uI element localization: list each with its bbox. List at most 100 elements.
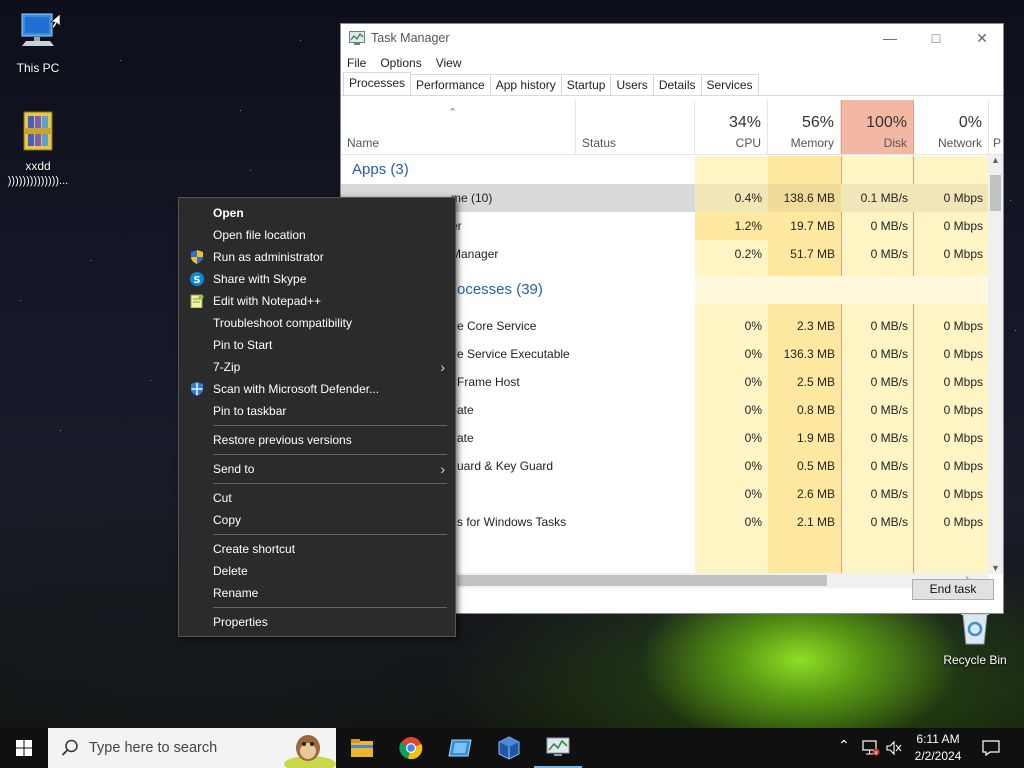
power-column-header[interactable]: P bbox=[989, 100, 1003, 155]
skype-icon: S bbox=[190, 272, 204, 286]
file-explorer-icon bbox=[351, 739, 373, 757]
process-network: 0 Mbps bbox=[943, 487, 983, 501]
tab-processes[interactable]: Processes bbox=[343, 72, 412, 95]
cpu-header-label: CPU bbox=[735, 136, 761, 150]
menu-item-run-as-administrator[interactable]: Run as administrator bbox=[179, 246, 455, 268]
menu-file[interactable]: File bbox=[347, 56, 366, 70]
menu-item-open-file-location[interactable]: Open file location bbox=[179, 224, 455, 246]
menu-separator bbox=[213, 454, 447, 455]
show-hidden-icons-chevron-icon[interactable]: ⌃ bbox=[838, 737, 850, 754]
menu-item-pin-to-start[interactable]: Pin to Start bbox=[179, 334, 455, 356]
uac-shield-icon bbox=[191, 250, 203, 264]
menu-item-cut[interactable]: Cut bbox=[179, 487, 455, 509]
scroll-up-icon: ▲ bbox=[991, 155, 1000, 165]
tab-details[interactable]: Details bbox=[652, 74, 702, 95]
menu-item-create-shortcut[interactable]: Create shortcut bbox=[179, 538, 455, 560]
start-button[interactable] bbox=[0, 728, 48, 768]
notifications-icon[interactable] bbox=[982, 740, 1000, 756]
name-header-label: Name bbox=[347, 136, 380, 150]
task-manager-taskbar-button[interactable] bbox=[534, 728, 582, 768]
vertical-scroll-thumb[interactable] bbox=[990, 175, 1001, 211]
tab-startup[interactable]: Startup bbox=[560, 74, 612, 95]
recycle-bin-label: Recycle Bin bbox=[943, 653, 1007, 667]
minimize-button[interactable]: — bbox=[867, 24, 913, 52]
network-column-header[interactable]: 0% Network bbox=[914, 100, 989, 155]
menu-item-label: Rename bbox=[213, 586, 259, 600]
power-header-label: P bbox=[993, 136, 1002, 150]
menu-item-open[interactable]: Open bbox=[179, 202, 455, 224]
tab-performance[interactable]: Performance bbox=[410, 74, 491, 95]
volume-muted-icon[interactable] bbox=[886, 740, 902, 756]
chrome-button[interactable] bbox=[387, 728, 435, 768]
network-total-pct: 0% bbox=[958, 114, 982, 131]
context-menu: Open Open file location Run as administr… bbox=[178, 197, 456, 637]
horizontal-scroll-thumb[interactable] bbox=[457, 575, 827, 586]
process-cpu: 0% bbox=[744, 459, 762, 473]
this-pc-shortcut[interactable]: This PC bbox=[0, 10, 76, 76]
close-button[interactable]: ✕ bbox=[959, 24, 1005, 52]
process-memory: 138.6 MB bbox=[768, 184, 841, 212]
end-task-button[interactable]: End task bbox=[912, 579, 994, 600]
file-explorer-button[interactable] bbox=[338, 728, 386, 768]
process-name: e Service Executable bbox=[457, 347, 570, 361]
group-label: Apps (3) bbox=[352, 161, 409, 178]
maximize-button[interactable]: □ bbox=[913, 24, 959, 52]
window-title: Task Manager bbox=[371, 31, 450, 45]
process-network: 0 Mbps bbox=[943, 515, 983, 529]
menu-item-label: Scan with Microsoft Defender... bbox=[213, 382, 380, 396]
virtualbox-icon bbox=[498, 736, 520, 760]
menu-item-edit-with-notepadpp[interactable]: Edit with Notepad++ bbox=[179, 290, 455, 312]
name-column-header[interactable]: ⌃ Name bbox=[341, 100, 575, 155]
clock[interactable]: 6:11 AM 2/2/2024 bbox=[902, 731, 974, 765]
taskbar: Type here to search ⌃ x 6:11 AM 2/2/2024 bbox=[0, 728, 1024, 768]
tab-users[interactable]: Users bbox=[610, 74, 654, 95]
menu-bar: File Options View bbox=[341, 52, 1003, 74]
status-header-label: Status bbox=[582, 136, 617, 150]
menu-item-share-with-skype[interactable]: S Share with Skype bbox=[179, 268, 455, 290]
process-memory: 0.8 MB bbox=[796, 403, 835, 417]
menu-item-7zip[interactable]: 7-Zip › bbox=[179, 356, 455, 378]
cpu-column-header[interactable]: 34% CPU bbox=[695, 100, 768, 155]
group-row-apps[interactable]: Apps (3) bbox=[341, 156, 989, 184]
search-box[interactable]: Type here to search bbox=[48, 728, 336, 768]
process-network: 0 Mbps bbox=[943, 247, 983, 261]
app-button[interactable] bbox=[436, 728, 484, 768]
app-icon bbox=[448, 739, 472, 757]
menu-item-properties[interactable]: Properties bbox=[179, 611, 455, 633]
menu-view[interactable]: View bbox=[436, 56, 462, 70]
menu-item-pin-to-taskbar[interactable]: Pin to taskbar bbox=[179, 400, 455, 422]
menu-item-scan-with-defender[interactable]: Scan with Microsoft Defender... bbox=[179, 378, 455, 400]
menu-item-label: Restore previous versions bbox=[213, 433, 352, 447]
process-network: 0 Mbps bbox=[943, 319, 983, 333]
xxdd-archive-shortcut[interactable]: xxdd ))))))))))))))... bbox=[0, 110, 76, 189]
menu-item-label: 7-Zip bbox=[213, 360, 241, 374]
menu-options[interactable]: Options bbox=[380, 56, 421, 70]
menu-item-restore-previous-versions[interactable]: Restore previous versions bbox=[179, 429, 455, 451]
menu-item-label: Share with Skype bbox=[213, 272, 307, 286]
process-name: me (10) bbox=[451, 191, 493, 205]
menu-item-delete[interactable]: Delete bbox=[179, 560, 455, 582]
menu-item-troubleshoot-compatibility[interactable]: Troubleshoot compatibility bbox=[179, 312, 455, 334]
menu-item-label: Run as administrator bbox=[213, 250, 324, 264]
memory-column-header[interactable]: 56% Memory bbox=[768, 100, 841, 155]
svg-text:S: S bbox=[193, 275, 200, 286]
process-disk: 0 MB/s bbox=[870, 319, 908, 333]
tab-services[interactable]: Services bbox=[700, 74, 759, 95]
this-pc-label: This PC bbox=[16, 61, 60, 75]
disk-column-header[interactable]: 100% Disk bbox=[841, 100, 914, 155]
menu-item-label: Pin to Start bbox=[213, 338, 273, 352]
menu-item-label: Open bbox=[213, 206, 244, 220]
tab-app-history[interactable]: App history bbox=[489, 74, 562, 95]
network-status-icon[interactable]: x bbox=[862, 740, 880, 756]
menu-item-copy[interactable]: Copy bbox=[179, 509, 455, 531]
process-memory: 1.9 MB bbox=[796, 431, 835, 445]
vertical-scrollbar[interactable]: ▲ ▼ bbox=[988, 155, 1003, 574]
menu-item-rename[interactable]: Rename bbox=[179, 582, 455, 604]
clock-date: 2/2/2024 bbox=[914, 749, 962, 763]
recycle-bin-shortcut[interactable]: Recycle Bin bbox=[937, 608, 1013, 668]
menu-item-send-to[interactable]: Send to › bbox=[179, 458, 455, 480]
process-name: s for Windows Tasks bbox=[457, 515, 567, 529]
process-network: 0 Mbps bbox=[943, 219, 983, 233]
status-column-header[interactable]: Status bbox=[575, 100, 695, 155]
virtualbox-button[interactable] bbox=[485, 728, 533, 768]
